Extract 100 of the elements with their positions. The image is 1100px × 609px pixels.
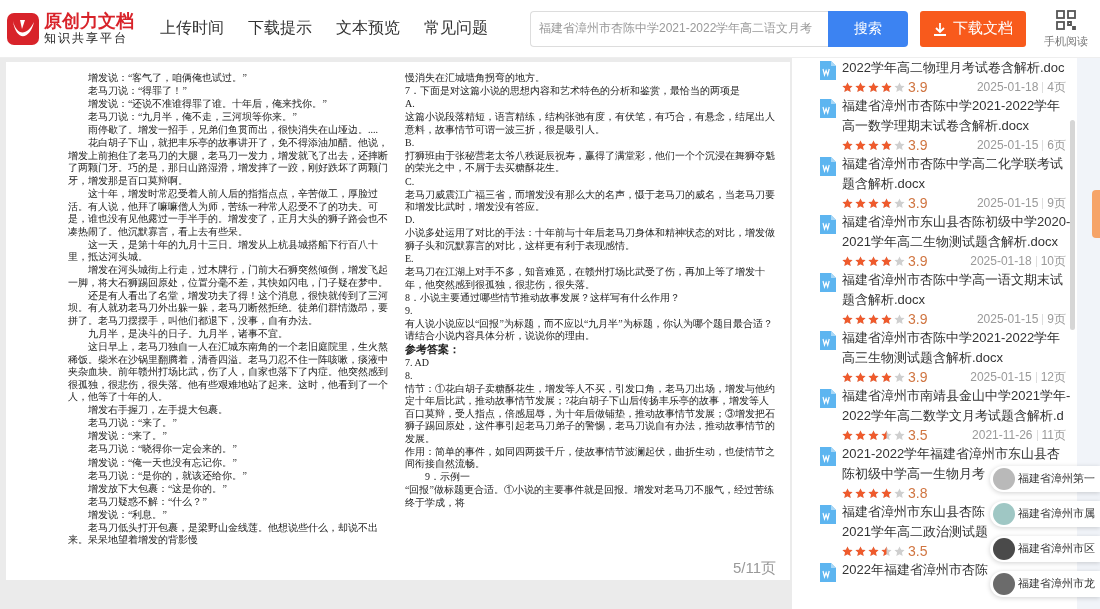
word-document-icon [820, 273, 836, 292]
document-title-link[interactable]: 高三生物测试题含解析.docx [842, 348, 1004, 368]
document-paragraph: 9．示例一 [424, 471, 471, 484]
star-icon [881, 371, 892, 383]
star-icon [855, 313, 866, 325]
document-paragraph: 花白胡子下山，就把丰乐亭的故事讲开了，免不得添油加醋。他说，增发上前抱住了老马刀的大腿，老马刀一发力，增发就飞了出去，还摔断了两颗门牙。巧的是，那日山路湿滑，增发摔了一跤，刚好跌坏了两颗门牙，增发那是百口莫辩啊。 [68, 137, 389, 188]
document-title-link[interactable]: 题含解析.docx [842, 290, 926, 310]
page-counter: 5/11页 [732, 559, 776, 578]
recent-file-toast[interactable]: 福建省漳州市属 [990, 501, 1100, 527]
document-paragraph: 8．小说主要通过哪些情节推动故事发展？这样写有什么作用？ [405, 291, 681, 305]
nav-link[interactable]: 下载提示 [248, 18, 312, 39]
document-paragraph: 老马刀说：“是你的，就该还给你。” [87, 469, 248, 483]
page-count: 4页 [1047, 78, 1066, 96]
star-icon [881, 81, 892, 93]
mobile-read-button[interactable]: 手机阅读 [1044, 8, 1088, 49]
nav-link[interactable]: 常见问题 [424, 18, 488, 39]
search-button[interactable]: 搜索 [828, 10, 908, 47]
word-document-icon [820, 447, 836, 466]
document-paragraph: 增发说：“俺一天也没有忘记你。” [87, 456, 238, 469]
star-icon [868, 197, 879, 209]
document-title-link[interactable]: 2021-2022学年福建省漳州市东山县杏 [842, 444, 1061, 464]
star-icon [868, 487, 879, 499]
document-paragraph: 慢消失在汇城墙角拐弯的地方。 [405, 72, 546, 85]
page-count: 12页 [1040, 368, 1066, 386]
star-icon [868, 139, 879, 151]
download-icon [933, 21, 947, 36]
star-icon [842, 81, 853, 93]
document-title-link[interactable]: 2021学年高二生物测试题含解析.docx [842, 232, 1058, 252]
star-icon [868, 255, 879, 267]
document-paragraph: 增发说：“来了。” [87, 430, 168, 443]
document-title-link[interactable]: 2022学年高二物理月考试卷含解析.doc [842, 58, 1065, 78]
nav-link[interactable]: 文本预览 [336, 18, 400, 39]
recent-file-toast[interactable]: 福建省漳州第一 [990, 466, 1100, 492]
document-title-link[interactable]: 2022学年高二数学文月考试题含解析.d [842, 406, 1064, 426]
document-title-link[interactable]: 福建省漳州市杏陈中学高二化学联考试 [842, 154, 1063, 174]
document-paragraph: 这篇小说段落精短，语言精练，结构张弛有度，有伏笔，有巧合，有悬念，结尾出人意料，故事情节可谓一波三折，很是吸引人。 [405, 111, 776, 137]
document-title-link[interactable]: 福建省漳州市杏陈中学2021-2022学年 [842, 96, 1061, 116]
star-icon [855, 255, 866, 267]
star-icon [842, 545, 853, 557]
logo-title: 原创力文档 [44, 11, 134, 31]
rating-value: 3.5 [908, 427, 928, 443]
document-paragraph: C. [405, 175, 416, 189]
document-paragraph: 雨停歇了。增发一招手，兄弟们鱼贯而出，很快消失在山垭边。.... [87, 124, 379, 137]
document-title-link[interactable]: 题含解析.docx [842, 174, 926, 194]
document-paragraph: 打狮班由于张秘营老太爷八秩诞辰祝寿，赢得了满堂彩，他们一个个沉浸在舞狮夺魁的荣光之中，不屑于去买糖酥花生。 [405, 149, 776, 175]
star-icon [894, 545, 905, 557]
document-paragraph: 九月半，是决斗的日子。九月半，诸事不宜。 [87, 327, 289, 341]
document-title-link[interactable]: 福建省漳州市东山县杏陈初级中学2020- [842, 212, 1071, 232]
document-paragraph: 增发说：“利息。” [87, 508, 168, 522]
rating-value: 3.8 [908, 485, 928, 501]
star-icon [842, 255, 853, 267]
logo-icon [6, 11, 40, 46]
upload-date: 2025-01-18 [970, 254, 1032, 268]
document-title-link[interactable]: 2021学年高二政治测试题 [842, 522, 988, 542]
upload-date: 2025-01-18 [976, 80, 1039, 94]
document-paragraph: 有人说小说应以“回报”为标题，而不应以“九月半”为标题，你认为哪个题目最合适？请结合小说内容具体分析，说说你的理由。 [405, 317, 774, 343]
document-paragraph: 7. AD [405, 356, 430, 369]
document-paragraph: 这一天，是第十年的九月十三日。增发从上杭县城搭船下行百八十里，抵达河头城。 [68, 238, 379, 264]
document-title-link[interactable]: 福建省漳州市杏陈中学高一语文期末试 [842, 270, 1063, 290]
star-icon [868, 371, 879, 383]
document-paragraph: 9. [405, 304, 414, 318]
upload-date: 2025-01-15 [976, 196, 1039, 210]
recent-file-toast[interactable]: 福建省漳州市龙 [990, 571, 1100, 597]
upload-date: 2021-11-26 [972, 428, 1033, 442]
star-icon [881, 255, 892, 267]
rating-value: 3.9 [908, 253, 928, 269]
star-icon [842, 371, 853, 383]
document-title-link[interactable]: 福建省漳州市南靖县金山中学2021学年- [842, 386, 1071, 406]
document-paragraph: “回报”做标题更合适。①小说的主要事件就是回报。增发对老马刀不服气，经过苦练终于学成，将 [405, 484, 775, 510]
suggestion-text: 福建省漳州市区 [1018, 542, 1095, 556]
star-icon [868, 313, 879, 325]
star-icon [842, 487, 853, 499]
document-paragraph: 增发右手握刀，左手提大包裹。 [87, 404, 229, 417]
document-title-link[interactable]: 福建省漳州市杏陈中学2021-2022学年 [842, 328, 1061, 348]
document-paragraph: 增发在河头城街上行走，过木牌行，门前大石狮突然倾倒，增发飞起一脚，将大石狮踢回原处，位置分毫不差，其快如闪电，门子疑在梦中。 [68, 264, 389, 290]
document-paragraph: 老马刀说：“晓得你一定会来的。” [87, 443, 238, 456]
star-icon [855, 429, 866, 441]
qr-code-icon [1055, 8, 1077, 31]
page-count: 9页 [1047, 194, 1066, 212]
recent-file-toast[interactable]: 福建省漳州市区 [990, 536, 1100, 562]
floating-tab[interactable] [1092, 190, 1100, 238]
document-paragraph: 8. [405, 369, 414, 383]
document-paragraph: 7．下面是对这篇小说的思想内容和艺术特色的分析和鉴赏，最恰当的两项是 [405, 85, 741, 98]
word-document-icon [820, 331, 836, 350]
star-icon [855, 371, 866, 383]
document-paragraph: 情节：①花白胡子卖糖酥花生，增发等人不买，引发口角，老马刀出场，增发与他约定十年后比武，推动故事情节发展；?花白胡子下山后传扬丰乐亭的故事，增发等人百口莫辩，受人指点，倍感屈辱，为十年后做铺垫，推动故事情节发展；③增发把石狮子踢回原处，这件事引起老马刀弟子的警惕，老马刀说自有办法，推动故事情节的发展。 [405, 382, 776, 446]
nav-link[interactable]: 上传时间 [160, 18, 224, 39]
document-title-link[interactable]: 2022年福建省漳州市杏陈 [842, 560, 988, 580]
star-icon [894, 487, 905, 499]
star-icon [842, 139, 853, 151]
rating-value: 3.9 [908, 137, 928, 153]
word-document-icon [820, 99, 836, 118]
document-paragraph: 参考答案： [405, 343, 461, 356]
star-icon [842, 197, 853, 209]
document-title-link[interactable]: 高一数学理期末试卷含解析.docx [842, 116, 1030, 136]
page-count: 11页 [1041, 426, 1066, 444]
scrollbar-thumb[interactable] [1070, 120, 1075, 330]
document-title-link[interactable]: 福建省漳州市东山县杏陈 [842, 502, 985, 522]
suggestion-text: 福建省漳州第一 [1018, 472, 1095, 486]
document-title-link[interactable]: 陈初级中学高一生物月考 [842, 464, 985, 484]
